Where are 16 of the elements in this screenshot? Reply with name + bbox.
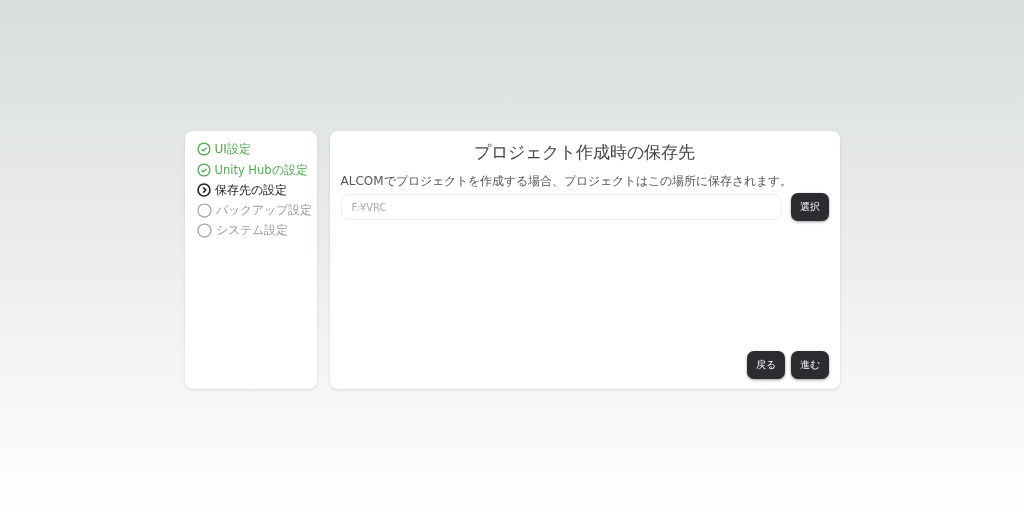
step-label: バックアップ設定 <box>215 202 312 218</box>
circle-icon <box>196 222 212 238</box>
path-field[interactable]: F:¥VRC <box>340 194 782 221</box>
step-label: システム設定 <box>215 222 288 238</box>
select-button[interactable]: 選択 <box>790 193 829 222</box>
nav-button[interactable]: 進む <box>790 350 829 379</box>
step-label: UI設定 <box>214 140 251 158</box>
step-label: 保存先の設定 <box>214 182 287 198</box>
page-title: プロジェクト作成時の保存先 <box>473 140 696 164</box>
description: ALCOMでプロジェクトを作成する場合、プロジェクトはこの場所に保存されます。 <box>340 173 793 190</box>
circle-icon <box>196 202 212 218</box>
chevron-circle-icon <box>196 183 211 197</box>
check-circle-icon <box>196 142 211 156</box>
step-label: Unity Hubの設定 <box>214 162 308 178</box>
check-circle-icon <box>196 163 211 177</box>
nav-button[interactable]: 戻る <box>746 350 785 379</box>
